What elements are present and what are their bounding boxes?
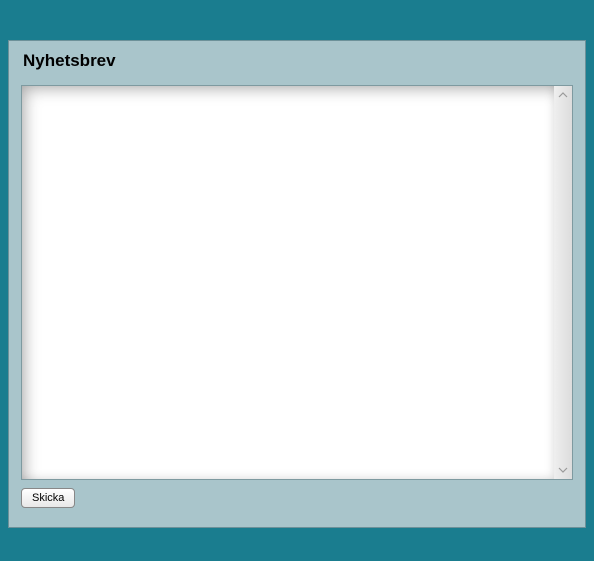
textarea-inner xyxy=(22,86,554,479)
panel-title: Nyhetsbrev xyxy=(23,51,573,71)
message-textarea-wrapper xyxy=(21,85,573,480)
scrollbar[interactable] xyxy=(554,86,572,479)
scroll-down-button[interactable] xyxy=(554,461,572,479)
scroll-up-button[interactable] xyxy=(554,86,572,104)
chevron-down-icon xyxy=(558,465,568,475)
chevron-up-icon xyxy=(558,90,568,100)
send-button[interactable]: Skicka xyxy=(21,488,75,508)
message-textarea[interactable] xyxy=(22,86,554,479)
button-row: Skicka xyxy=(21,488,573,508)
newsletter-panel: Nyhetsbrev Skicka xyxy=(8,40,586,528)
